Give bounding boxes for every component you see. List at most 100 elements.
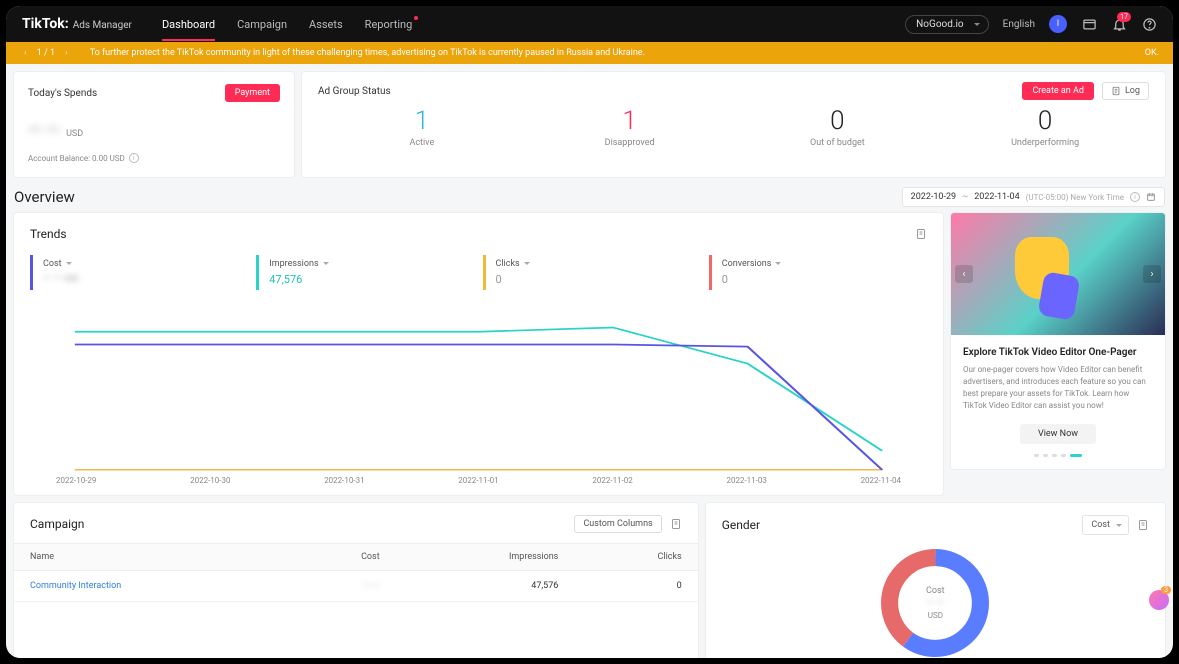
campaign-link[interactable]: Community Interaction <box>30 581 121 591</box>
promo-title: Explore TikTok Video Editor One-Pager <box>963 347 1153 358</box>
banner-next-icon[interactable]: › <box>61 48 72 58</box>
status-outofbudget-label: Out of budget <box>734 138 942 148</box>
todays-spends-title: Today's Spends <box>28 88 97 99</box>
metric-cost-label: Cost <box>43 259 62 269</box>
notice-banner: ‹ 1 / 1 › To further protect the TikTok … <box>6 42 1173 64</box>
nav-assets[interactable]: Assets <box>309 18 343 31</box>
gender-donut-chart: Cost — — USD <box>722 543 1149 658</box>
notif-badge: 17 <box>1117 12 1131 22</box>
log-icon <box>1111 86 1121 96</box>
help-icon[interactable] <box>1141 16 1157 32</box>
metric-impressions-value: 47,576 <box>269 273 464 286</box>
export-icon[interactable] <box>915 228 927 240</box>
custom-columns-button[interactable]: Custom Columns <box>574 515 661 533</box>
metric-conversions-value: 0 <box>722 273 917 286</box>
inbox-icon[interactable] <box>1081 16 1097 32</box>
xaxis-label: 2022-10-29 <box>56 476 96 485</box>
campaign-table: Name Cost Impressions Clicks Community I… <box>14 543 698 602</box>
brand-main: TikTok: <box>22 16 69 32</box>
tilde-icon: ~ <box>962 192 968 202</box>
col-cost[interactable]: Cost <box>285 544 396 571</box>
top-bar: TikTok: Ads Manager Dashboard Campaign A… <box>6 6 1173 42</box>
ad-group-status-title: Ad Group Status <box>318 86 391 97</box>
status-active[interactable]: 1 Active <box>318 106 526 148</box>
ad-group-status-card: Ad Group Status Create an Ad Log 1 Activ… <box>302 72 1165 177</box>
nav-dashboard[interactable]: Dashboard <box>162 18 215 31</box>
tz-info-icon[interactable]: i <box>1130 192 1140 202</box>
carousel-next-icon[interactable]: › <box>1143 265 1161 283</box>
account-selector[interactable]: NoGood.io <box>905 15 988 34</box>
status-outofbudget[interactable]: 0 Out of budget <box>734 106 942 148</box>
todays-spends-card: Today's Spends Payment — — USD Account B… <box>14 72 294 177</box>
xaxis-label: 2022-11-03 <box>726 476 766 485</box>
floating-help-button[interactable]: 3 <box>1149 590 1169 610</box>
status-disapproved-value: 1 <box>526 106 734 136</box>
row-clicks: 0 <box>574 571 697 602</box>
metric-impressions-label: Impressions <box>269 259 318 269</box>
nav-reporting[interactable]: Reporting <box>365 18 413 31</box>
account-balance-label: Account Balance: 0.00 USD <box>28 154 125 163</box>
banner-ok-button[interactable]: OK. <box>1145 48 1159 58</box>
status-active-label: Active <box>318 138 526 148</box>
language-selector[interactable]: English <box>1003 19 1035 30</box>
trends-chart <box>30 302 927 472</box>
export-icon[interactable] <box>670 518 682 530</box>
metric-cost[interactable]: Cost — — USD <box>30 255 248 290</box>
col-impressions[interactable]: Impressions <box>396 544 575 571</box>
carousel-prev-icon[interactable]: ‹ <box>955 265 973 283</box>
metric-clicks-value: 0 <box>496 273 691 286</box>
table-row[interactable]: Community Interaction — — 47,576 0 <box>14 571 698 602</box>
campaign-card: Campaign Custom Columns Name Cost Impres… <box>14 503 698 658</box>
trends-card: Trends Cost — — USD Impressions 47,576 <box>14 213 943 495</box>
metric-conversions-label: Conversions <box>722 259 772 269</box>
log-button[interactable]: Log <box>1102 82 1149 100</box>
row-impressions: 47,576 <box>396 571 575 602</box>
timezone-label: (UTC-05:00) New York Time <box>1026 193 1124 202</box>
spend-value: — — <box>28 120 60 141</box>
metric-cost-suffix: USD <box>64 274 79 283</box>
floating-help-badge: 3 <box>1161 586 1171 594</box>
status-underperforming[interactable]: 0 Underperforming <box>941 106 1149 148</box>
col-name[interactable]: Name <box>14 544 285 571</box>
nav-campaign[interactable]: Campaign <box>237 18 287 31</box>
export-icon[interactable] <box>1137 519 1149 531</box>
gender-title: Gender <box>722 518 760 532</box>
banner-pagination: 1 / 1 <box>37 48 55 58</box>
calendar-icon <box>1146 192 1156 202</box>
status-active-value: 1 <box>318 106 526 136</box>
row-cost: — — <box>363 581 379 591</box>
chevron-down-icon <box>524 262 530 268</box>
spend-currency: USD <box>66 129 83 139</box>
trends-title: Trends <box>30 227 67 241</box>
xaxis-label: 2022-11-04 <box>861 476 901 485</box>
status-underperforming-label: Underperforming <box>941 138 1149 148</box>
col-clicks[interactable]: Clicks <box>574 544 697 571</box>
gender-card: Gender Cost Cost — — USD <box>706 503 1165 658</box>
gender-metric-selector[interactable]: Cost <box>1082 515 1129 535</box>
payment-button[interactable]: Payment <box>225 84 280 102</box>
info-icon[interactable]: i <box>129 153 139 163</box>
avatar[interactable]: I <box>1049 15 1067 33</box>
overview-header: Overview 2022-10-29 ~ 2022-11-04 (UTC-05… <box>6 177 1173 213</box>
bell-icon[interactable]: 17 <box>1111 16 1127 32</box>
metric-impressions[interactable]: Impressions 47,576 <box>256 255 474 290</box>
status-underperforming-value: 0 <box>941 106 1149 136</box>
promo-description: Our one-pager covers how Video Editor ca… <box>963 364 1153 412</box>
carousel-dots[interactable] <box>963 454 1153 457</box>
status-outofbudget-value: 0 <box>734 106 942 136</box>
view-now-button[interactable]: View Now <box>1020 424 1096 444</box>
xaxis-label: 2022-10-31 <box>324 476 364 485</box>
status-disapproved[interactable]: 1 Disapproved <box>526 106 734 148</box>
chart-xaxis: 2022-10-29 2022-10-30 2022-10-31 2022-11… <box>30 476 927 485</box>
date-range-picker[interactable]: 2022-10-29 ~ 2022-11-04 (UTC-05:00) New … <box>902 187 1165 207</box>
chevron-down-icon <box>66 262 72 268</box>
date-from: 2022-10-29 <box>911 192 956 202</box>
metric-clicks[interactable]: Clicks 0 <box>483 255 701 290</box>
date-to: 2022-11-04 <box>974 192 1019 202</box>
donut-value: — — <box>926 598 945 609</box>
create-ad-button[interactable]: Create an Ad <box>1022 82 1094 100</box>
log-button-label: Log <box>1125 86 1140 96</box>
banner-prev-icon[interactable]: ‹ <box>20 48 31 58</box>
chevron-down-icon <box>775 262 781 268</box>
metric-conversions[interactable]: Conversions 0 <box>709 255 927 290</box>
